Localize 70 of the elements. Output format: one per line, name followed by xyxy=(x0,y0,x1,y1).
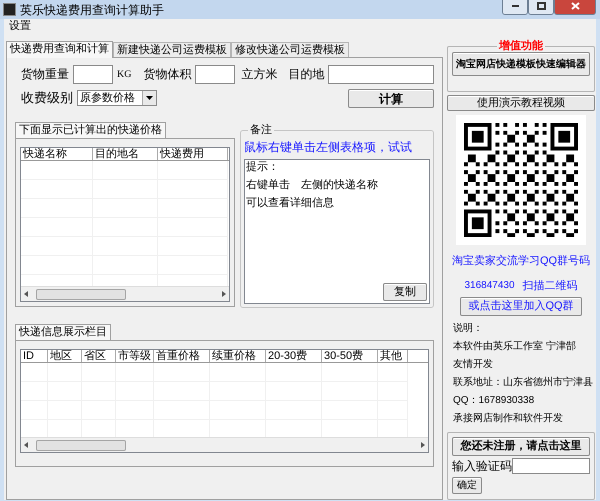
column-header[interactable]: 续重价格 xyxy=(210,350,266,362)
about-line: QQ：1678930338 xyxy=(453,395,536,407)
tab[interactable]: 快递费用查询和计算 xyxy=(6,41,113,58)
about-line: 联系地址：山东省德州市宁津县 xyxy=(453,377,593,389)
column-header[interactable]: 20-30费 xyxy=(266,350,322,362)
column-header[interactable]: 首重价格 xyxy=(154,350,210,362)
about-line: 说明： xyxy=(453,323,484,335)
qq-group-label: 淘宝卖家交流学习QQ群号码 xyxy=(452,254,590,269)
field-label: 输入验证码 xyxy=(452,458,512,475)
qq-group-number: 316847430 xyxy=(464,278,515,292)
editor-button[interactable]: 淘宝网店快递模板快速编辑器 xyxy=(452,52,590,76)
maximize-icon xyxy=(536,2,546,10)
calculate-button[interactable]: 计算 xyxy=(348,88,434,108)
column-header[interactable]: 快递费用 xyxy=(158,148,228,160)
field-label: 货物重量 xyxy=(21,66,69,83)
minimize-icon xyxy=(512,5,518,7)
horizontal-scrollbar[interactable] xyxy=(21,286,229,301)
column-header[interactable]: 目的地名 xyxy=(93,148,158,160)
copy-button[interactable]: 复制 xyxy=(383,283,427,301)
unit-label: KG xyxy=(117,68,132,82)
scan-label: 扫描二维码 xyxy=(522,278,578,294)
column-header[interactable]: 其他 xyxy=(378,350,408,362)
group-title: 备注 xyxy=(249,122,273,138)
verification-code-field[interactable] xyxy=(512,458,590,474)
column-header[interactable]: 市等级 xyxy=(116,350,154,362)
scroll-right-icon[interactable] xyxy=(222,291,226,297)
group-title: 增值功能 xyxy=(498,40,544,52)
window-title: 英乐快递费用查询计算助手 xyxy=(20,4,164,16)
input-field[interactable] xyxy=(328,64,434,84)
scroll-left-icon[interactable] xyxy=(24,442,28,448)
register-button[interactable]: 您还未注册，请点击这里 xyxy=(452,437,590,456)
video-button[interactable]: 使用演示教程视频 xyxy=(447,95,595,111)
notes-text-area[interactable]: 提示： 右键单击 左侧的快递名称 可以查看详细信息 复制 xyxy=(244,158,430,304)
tab[interactable]: 新建快递公司运费模板 xyxy=(113,42,231,57)
field-label: 货物体积 xyxy=(143,66,192,83)
field-label: 收费级别 xyxy=(21,89,73,108)
app-icon xyxy=(3,3,16,16)
about-line: 友情开发 xyxy=(453,359,494,371)
scroll-left-icon[interactable] xyxy=(24,291,28,297)
tab[interactable]: 下面显示已计算出的快递价格 xyxy=(15,122,166,138)
about-line: 承接网店制作和软件开发 xyxy=(453,413,564,425)
tab[interactable]: 修改快递公司运费模板 xyxy=(231,42,349,57)
scroll-right-icon[interactable] xyxy=(421,442,425,448)
column-header[interactable]: 快递名称 xyxy=(21,148,93,160)
column-header[interactable]: 省区 xyxy=(82,350,116,362)
column-header[interactable]: ID xyxy=(21,350,48,362)
close-button[interactable] xyxy=(554,0,596,15)
column-header[interactable]: 30-50费 xyxy=(322,350,378,362)
minimize-button[interactable] xyxy=(502,0,528,15)
hint-text: 鼠标右键单击左侧表格项，试试 xyxy=(244,138,413,154)
about-line: 本软件由英乐工作室 宁津郜 xyxy=(453,341,577,353)
note-line: 右键单击 左侧的快递名称 xyxy=(246,178,379,190)
input-field[interactable] xyxy=(195,64,236,84)
unit-label: 立方米 xyxy=(241,66,278,83)
field-label: 目的地 xyxy=(288,66,324,83)
maximize-button[interactable] xyxy=(528,0,554,15)
close-icon xyxy=(570,2,580,10)
note-line: 提示： xyxy=(246,160,280,172)
join-group-button[interactable]: 或点击这里加入QQ群 xyxy=(460,297,582,316)
tab[interactable]: 快递信息展示栏目 xyxy=(15,324,111,340)
menu-item[interactable]: 设置 xyxy=(7,18,33,35)
scrollbar-thumb[interactable] xyxy=(36,440,126,450)
input-field[interactable] xyxy=(73,64,113,84)
note-line: 可以查看详细信息 xyxy=(246,196,335,208)
confirm-button[interactable]: 确定 xyxy=(452,477,482,494)
level-dropdown[interactable]: 原参数价格 xyxy=(77,90,157,106)
dropdown-caret-icon[interactable] xyxy=(142,91,156,105)
scrollbar-thumb[interactable] xyxy=(36,288,126,300)
horizontal-scrollbar[interactable] xyxy=(21,437,428,452)
column-header[interactable]: 地区 xyxy=(48,350,82,362)
